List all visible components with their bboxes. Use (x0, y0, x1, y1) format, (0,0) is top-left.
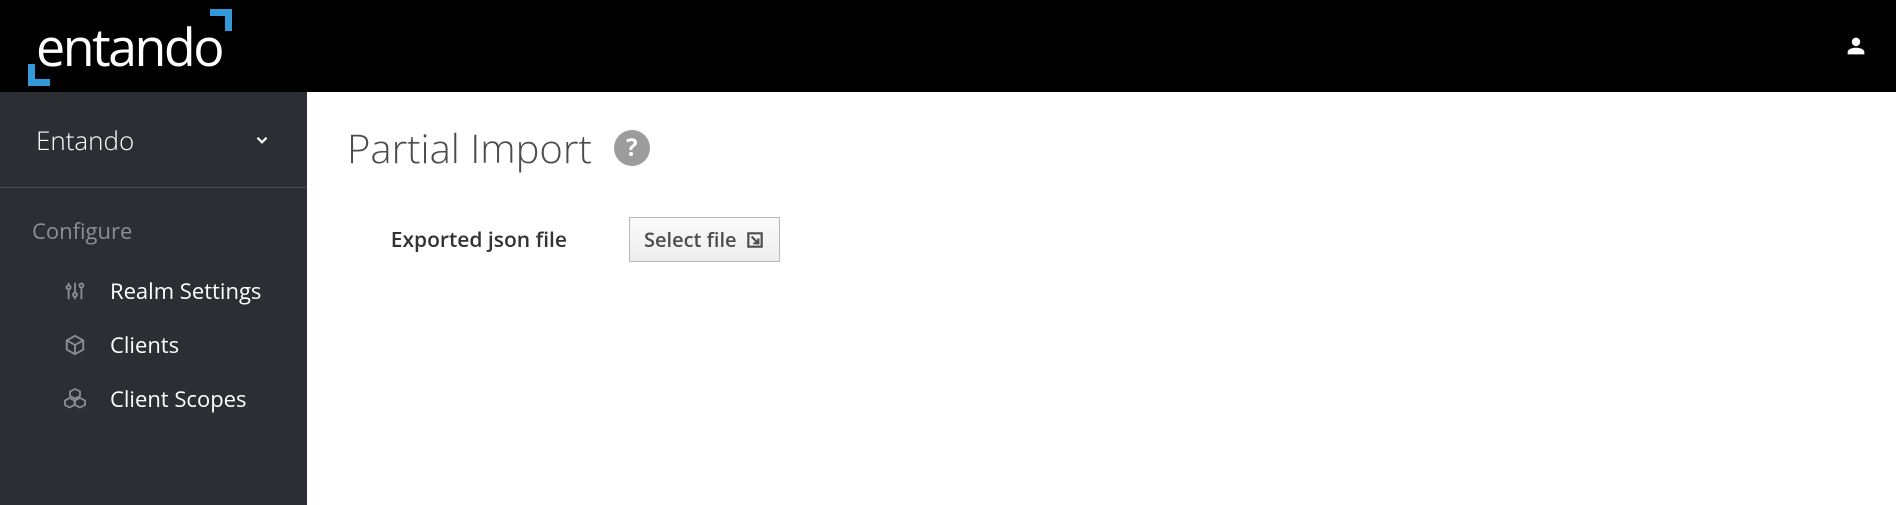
cubes-icon (62, 386, 88, 412)
sidebar-item-label: Client Scopes (110, 384, 247, 414)
app-header: entando (0, 0, 1896, 92)
sidebar-item-client-scopes[interactable]: Client Scopes (0, 372, 307, 426)
sidebar-item-realm-settings[interactable]: Realm Settings (0, 264, 307, 318)
import-icon (745, 230, 765, 250)
sidebar-item-label: Clients (110, 330, 179, 360)
help-icon[interactable]: ? (614, 130, 650, 166)
file-field-label: Exported json file (371, 226, 567, 254)
cube-icon (62, 332, 88, 358)
brand-logo[interactable]: entando (36, 11, 222, 82)
content-area: Partial Import ? Exported json file Sele… (307, 92, 1896, 505)
header-user-area[interactable] (1846, 36, 1866, 56)
sidebar-item-clients[interactable]: Clients (0, 318, 307, 372)
realm-selector[interactable]: Entando (0, 92, 307, 188)
page-title: Partial Import (347, 120, 592, 175)
page-title-row: Partial Import ? (347, 120, 1856, 175)
main-layout: Entando Configure Realm Settings (0, 92, 1896, 505)
form-row-file: Exported json file Select file (347, 217, 1856, 262)
select-file-button-label: Select file (644, 226, 737, 253)
brand-text: entando (36, 11, 222, 82)
logo-bracket-icon (210, 9, 232, 31)
realm-name: Entando (36, 122, 134, 158)
sliders-icon (62, 278, 88, 304)
user-icon (1846, 36, 1866, 56)
chevron-down-icon (253, 131, 271, 149)
sidebar-section-configure: Configure (0, 188, 307, 264)
select-file-button[interactable]: Select file (629, 217, 780, 262)
sidebar-item-label: Realm Settings (110, 276, 261, 306)
sidebar: Entando Configure Realm Settings (0, 92, 307, 505)
